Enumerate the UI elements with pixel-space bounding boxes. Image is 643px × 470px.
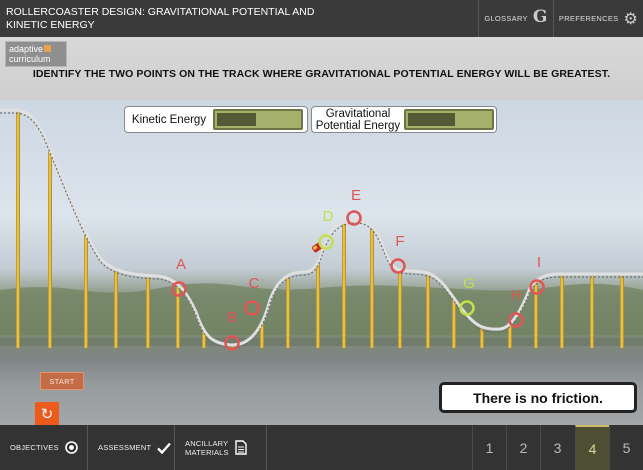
point-label-h: H (511, 287, 522, 304)
support-pole (560, 276, 564, 348)
support-pole (260, 324, 264, 348)
support-pole (114, 271, 118, 348)
point-label-c: C (249, 275, 260, 292)
support-pole (590, 276, 594, 348)
ancillary-label: Ancillary Materials (185, 439, 229, 457)
page-title: Rollercoaster Design: Gravitational Pote… (6, 6, 315, 31)
header-bar: Rollercoaster Design: Gravitational Pote… (0, 0, 643, 37)
page-3-button[interactable]: 3 (540, 425, 574, 470)
ground-shadow (0, 338, 643, 346)
support-pole (370, 228, 374, 348)
instruction-text: Identify the two points on the track whe… (32, 68, 611, 80)
gear-icon: ⚙ (623, 10, 639, 28)
objectives-button[interactable]: Objectives (0, 425, 88, 470)
point-label-a: A (176, 256, 186, 273)
checkmark-icon (157, 442, 172, 454)
glossary-button[interactable]: Glossary g (478, 0, 553, 37)
tree-line (0, 283, 643, 335)
gravitational-energy-bar (404, 109, 494, 130)
friction-note: There is no friction. (439, 382, 637, 413)
point-label-g: G (463, 275, 475, 292)
kinetic-energy-bar (213, 109, 303, 130)
logo-line-2: curriculum (9, 54, 51, 64)
kinetic-energy-label: Kinetic Energy (131, 113, 207, 126)
ancillary-label-line-2: Materials (185, 447, 229, 457)
gpe-label-line-2: Potential Energy (315, 119, 401, 132)
support-pole (508, 325, 512, 348)
point-label-d: D (323, 208, 334, 225)
support-pole (398, 272, 402, 348)
support-pole (286, 277, 290, 348)
support-pole (342, 223, 346, 348)
track-drawing: A BC DE F G HI (0, 108, 643, 351)
glossary-icon: g (532, 6, 548, 27)
objectives-label: Objectives (10, 443, 59, 452)
preferences-button[interactable]: Preferences ⚙ (553, 0, 643, 37)
instruction-band: adaptive curriculum Identify the two poi… (0, 37, 643, 100)
gravitational-energy-fill (408, 113, 456, 126)
support-pole (426, 275, 430, 348)
glossary-label: Glossary (484, 14, 528, 23)
page-5-button[interactable]: 5 (609, 425, 643, 470)
point-label-i: I (537, 254, 541, 271)
kinetic-energy-fill (217, 113, 256, 126)
rollercoaster-scene: A BC DE F G HI Kinetic Energy Gravitational P… (0, 100, 643, 425)
gravitational-energy-label: Gravitational Potential Energy (312, 108, 404, 132)
point-marker-e[interactable] (346, 210, 362, 226)
support-pole (316, 264, 320, 348)
gpe-label-line-1: Gravitational (325, 107, 391, 120)
point-label-e: E (351, 187, 361, 204)
logo-square-icon (44, 45, 52, 52)
reset-icon[interactable]: ↻ (35, 402, 59, 425)
start-button[interactable]: Start (40, 372, 84, 390)
point-label-f: F (395, 233, 404, 250)
kinetic-energy-meter: Kinetic Energy (124, 106, 308, 133)
support-pole (452, 300, 456, 348)
page-2-button[interactable]: 2 (506, 425, 540, 470)
support-pole (146, 277, 150, 348)
support-pole (48, 151, 52, 348)
page-4-button[interactable]: 4 (575, 425, 609, 470)
support-pole (84, 235, 88, 348)
logo-line-1: adaptive (9, 44, 44, 54)
gravitational-energy-meter: Gravitational Potential Energy (311, 106, 497, 133)
adaptive-curriculum-logo: adaptive curriculum (5, 41, 67, 67)
assessment-label: Assessment (98, 443, 152, 452)
ancillary-materials-button[interactable]: Ancillary Materials (175, 425, 267, 470)
target-icon (64, 441, 78, 454)
document-icon (235, 440, 247, 455)
ancillary-label-line-1: Ancillary (185, 438, 229, 448)
preferences-label: Preferences (558, 14, 619, 23)
point-label-b: B (227, 309, 237, 326)
support-pole (480, 328, 484, 348)
page-1-button[interactable]: 1 (472, 425, 506, 470)
assessment-button[interactable]: Assessment (88, 425, 175, 470)
footer-bar: Objectives Assessment Ancillary Material… (0, 425, 643, 470)
support-pole (620, 276, 624, 348)
support-pole (16, 112, 20, 349)
